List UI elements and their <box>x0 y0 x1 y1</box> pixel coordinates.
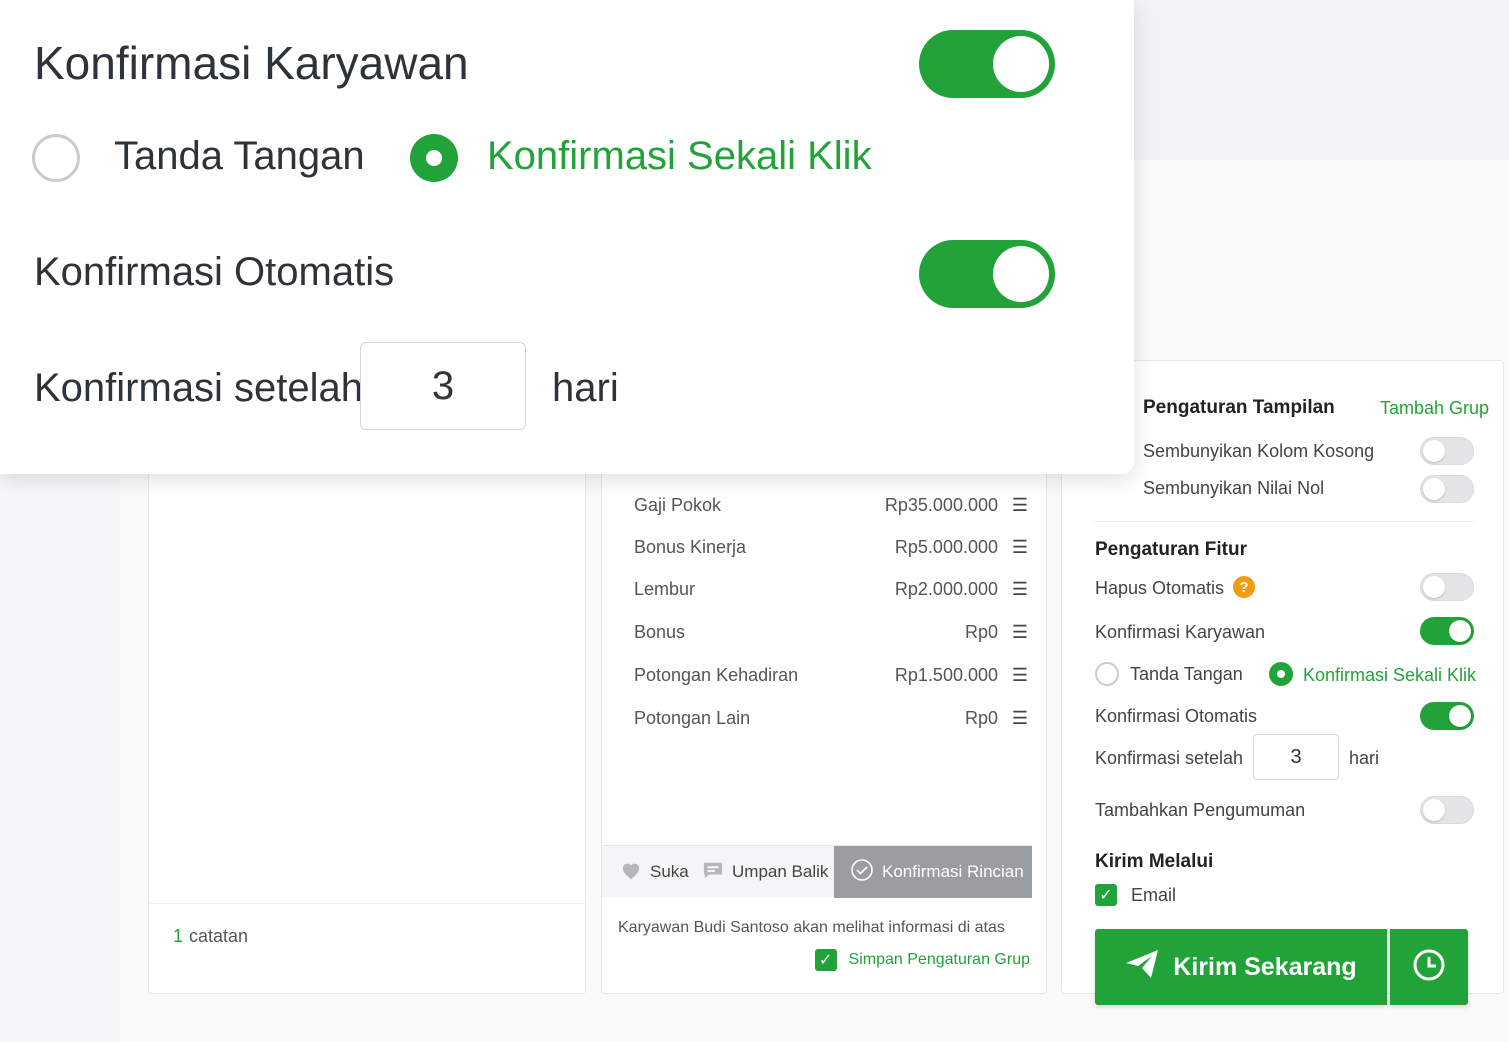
salary-label: Gaji Pokok <box>634 495 722 515</box>
radio-one-click[interactable] <box>1269 662 1293 686</box>
help-icon[interactable]: ? <box>1233 576 1255 598</box>
radio-signature[interactable] <box>1095 662 1119 686</box>
like-label: Suka <box>650 862 689 881</box>
checkbox-checked-icon: ✓ <box>814 949 837 971</box>
zoom-radio-one-click[interactable] <box>410 134 458 182</box>
confirm-details-button[interactable]: Konfirmasi Rincian <box>834 846 1032 898</box>
save-group-label: Simpan Pengaturan Grup <box>848 951 1030 968</box>
salary-label: Bonus Kinerja <box>634 537 747 557</box>
hide-empty-columns-label: Sembunyikan Kolom Kosong <box>1143 441 1375 461</box>
zoom-confirm-days-input[interactable]: 3 <box>360 342 526 430</box>
radio-one-click-label: Konfirmasi Sekali Klik <box>1303 665 1477 685</box>
checkbox-checked-icon: ✓ <box>1095 884 1117 906</box>
top-right-strip <box>1134 0 1509 160</box>
row-menu-icon[interactable]: ☰ <box>1012 537 1028 558</box>
add-announcement-toggle[interactable] <box>1420 796 1474 824</box>
hide-zero-values-toggle[interactable] <box>1420 475 1474 503</box>
employee-confirm-label: Konfirmasi Karyawan <box>1095 622 1266 642</box>
hide-empty-columns-toggle[interactable] <box>1420 437 1474 465</box>
salary-value: Rp5.000.000 <box>894 537 998 557</box>
salary-value: Rp1.500.000 <box>894 665 998 685</box>
row-menu-icon[interactable]: ☰ <box>1012 665 1028 686</box>
zoom-days-unit-label: hari <box>552 366 619 410</box>
clock-icon <box>1412 948 1446 987</box>
row-menu-icon[interactable]: ☰ <box>1012 708 1028 729</box>
radio-signature-label: Tanda Tangan <box>1130 664 1243 684</box>
records-footer: 1 catatan <box>149 903 585 993</box>
confirm-days-input[interactable]: 3 <box>1253 734 1339 780</box>
salary-row: Potongan Lain Rp0 ☰ <box>634 708 1028 736</box>
email-label: Email <box>1131 884 1177 905</box>
zoom-employee-confirm-title: Konfirmasi Karyawan <box>34 37 469 89</box>
auto-confirm-toggle[interactable] <box>1420 702 1474 730</box>
row-menu-icon[interactable]: ☰ <box>1012 579 1028 600</box>
feedback-button[interactable]: Umpan Balik <box>702 846 828 898</box>
payslip-action-bar: Suka Umpan Balik Konfirmasi Rincian <box>602 845 1032 898</box>
auto-delete-toggle[interactable] <box>1420 573 1474 601</box>
heart-icon <box>620 860 642 885</box>
row-menu-icon[interactable]: ☰ <box>1012 622 1028 643</box>
auto-delete-label: Hapus Otomatis <box>1095 578 1225 598</box>
salary-label: Lembur <box>634 579 696 599</box>
payslip-card: Gaji Pokok Rp35.000.000 ☰ Bonus Kinerja … <box>601 440 1047 994</box>
zoom-radio-signature[interactable] <box>32 134 80 182</box>
zoom-auto-confirm-toggle[interactable] <box>919 240 1055 308</box>
zoom-radio-signature-label: Tanda Tangan <box>114 134 365 178</box>
salary-label: Potongan Lain <box>634 708 751 728</box>
salary-row: Gaji Pokok Rp35.000.000 ☰ <box>634 495 1028 523</box>
check-circle-icon <box>850 858 874 887</box>
send-now-button[interactable]: Kirim Sekarang <box>1095 929 1387 1005</box>
salary-label: Bonus <box>634 622 686 642</box>
confirm-after-label: Konfirmasi setelah <box>1095 748 1244 768</box>
send-now-label: Kirim Sekarang <box>1173 952 1357 981</box>
salary-row: Potongan Kehadiran Rp1.500.000 ☰ <box>634 665 1028 693</box>
record-count-label: catatan <box>189 926 249 946</box>
confirm-details-label: Konfirmasi Rincian <box>882 862 1024 881</box>
record-count: 1 catatan <box>173 926 248 947</box>
salary-row: Lembur Rp2.000.000 ☰ <box>634 579 1028 607</box>
salary-label: Potongan Kehadiran <box>634 665 799 685</box>
zoom-radio-one-click-label: Konfirmasi Sekali Klik <box>487 134 872 178</box>
zoomed-confirmation-panel: Konfirmasi Karyawan Tanda Tangan Konfirm… <box>0 0 1134 474</box>
comment-icon <box>702 860 724 885</box>
salary-value: Rp0 <box>964 708 998 728</box>
days-unit-label: hari <box>1349 748 1380 768</box>
salary-value: Rp35.000.000 <box>884 495 998 515</box>
save-group-checkbox[interactable]: ✓ Simpan Pengaturan Grup <box>814 949 1030 971</box>
add-group-link[interactable]: Tambah Grup <box>1380 398 1489 419</box>
zoom-auto-confirm-label: Konfirmasi Otomatis <box>34 250 395 294</box>
like-button[interactable]: Suka <box>620 846 689 898</box>
add-announcement-label: Tambahkan Pengumuman <box>1095 800 1306 820</box>
salary-value: Rp2.000.000 <box>894 579 998 599</box>
auto-confirm-label: Konfirmasi Otomatis <box>1095 706 1258 726</box>
email-checkbox[interactable]: ✓ Email <box>1095 884 1176 906</box>
salary-row: Bonus Rp0 ☰ <box>634 622 1028 650</box>
feedback-label: Umpan Balik <box>732 862 829 881</box>
display-settings-title: Pengaturan Tampilan <box>1143 397 1335 418</box>
divider <box>1094 521 1474 522</box>
feature-settings-title: Pengaturan Fitur <box>1095 539 1248 560</box>
salary-row: Bonus Kinerja Rp5.000.000 ☰ <box>634 537 1028 565</box>
salary-value: Rp0 <box>964 622 998 642</box>
paper-plane-icon <box>1125 949 1159 986</box>
employee-notice: Karyawan Budi Santoso akan melihat infor… <box>618 919 1005 936</box>
records-card: 1 catatan <box>148 440 586 994</box>
send-via-title: Kirim Melalui <box>1095 851 1214 872</box>
zoom-employee-confirm-toggle[interactable] <box>919 30 1055 98</box>
record-count-number: 1 <box>173 926 184 946</box>
schedule-button[interactable] <box>1390 929 1468 1005</box>
hide-zero-values-label: Sembunyikan Nilai Nol <box>1143 478 1325 498</box>
zoom-confirm-after-label: Konfirmasi setelah <box>34 366 364 410</box>
employee-confirm-toggle[interactable] <box>1420 617 1474 645</box>
row-menu-icon[interactable]: ☰ <box>1012 495 1028 516</box>
